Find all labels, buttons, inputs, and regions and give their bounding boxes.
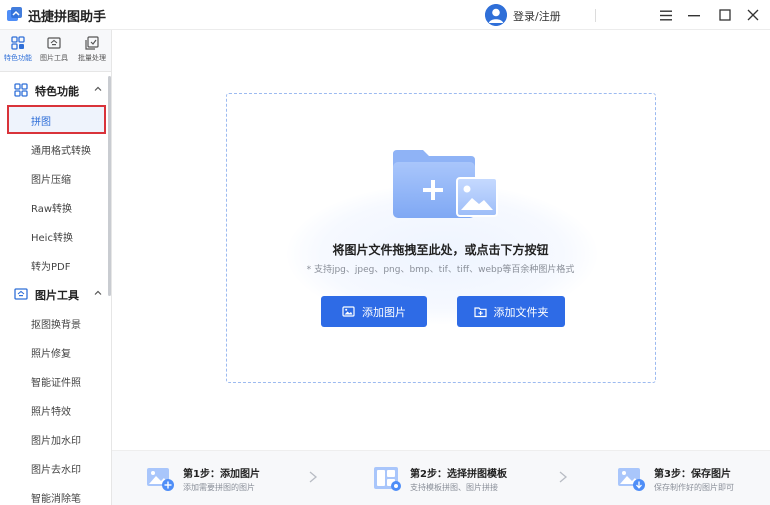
close-icon <box>747 9 759 21</box>
sidebar-item-compress[interactable]: 图片压缩 <box>7 163 106 192</box>
minimize-button[interactable] <box>684 5 704 25</box>
sidebar-item-label: 图片压缩 <box>31 175 71 186</box>
add-folder-button[interactable]: 添加文件夹 <box>457 296 565 327</box>
app-logo-icon <box>7 7 22 21</box>
tab-label: 图片工具 <box>40 54 68 62</box>
chevron-right-icon <box>309 471 318 483</box>
sidebar-item-raw-convert[interactable]: Raw转换 <box>7 192 106 221</box>
sidebar-scrollbar[interactable] <box>108 76 111 296</box>
add-folder-label: 添加文件夹 <box>493 305 549 319</box>
folder-add-icon <box>473 307 487 318</box>
tab-image-tool[interactable]: 图片工具 <box>36 36 72 63</box>
sidebar: 特色功能 拼图 通用格式转换 图片压缩 Raw转换 Heic转换 转为PDF 图… <box>0 72 112 505</box>
step-title: 第3步：保存图片 <box>654 469 731 480</box>
folder-add-image-icon <box>393 150 498 218</box>
sidebar-item-remove-watermark[interactable]: 图片去水印 <box>7 453 106 482</box>
sidebar-item-label: 通用格式转换 <box>31 146 91 157</box>
sidebar-item-add-watermark[interactable]: 图片加水印 <box>7 424 106 453</box>
sidebar-item-label: 智能证件照 <box>31 378 81 389</box>
sidebar-item-format-convert[interactable]: 通用格式转换 <box>7 134 106 163</box>
tab-batch[interactable]: 批量处理 <box>74 36 110 63</box>
template-step-icon <box>374 467 401 491</box>
maximize-icon <box>719 9 731 21</box>
step-title: 第1步：添加图片 <box>183 469 260 480</box>
image-icon <box>342 306 355 317</box>
sidebar-item-id-photo[interactable]: 智能证件照 <box>7 366 106 395</box>
sidebar-item-smart-eraser[interactable]: 智能消除笔 <box>7 482 106 505</box>
sidebar-item-to-pdf[interactable]: 转为PDF <box>7 250 106 279</box>
drop-zone[interactable]: 将图片文件拖拽至此处，或点击下方按钮 * 支持jpg、jpeg、png、bmp、… <box>226 93 656 383</box>
sidebar-group-feature[interactable]: 特色功能 <box>0 76 108 104</box>
sidebar-item-label: 转为PDF <box>31 262 71 273</box>
avatar[interactable] <box>485 4 507 26</box>
sidebar-item-label: 智能消除笔 <box>31 494 81 505</box>
sidebar-item-label: 拼图 <box>31 117 51 128</box>
add-image-label: 添加图片 <box>362 305 406 319</box>
step-desc: 支持模板拼图、图片拼接 <box>410 483 498 492</box>
sidebar-item-photo-repair[interactable]: 照片修复 <box>7 337 106 366</box>
sidebar-item-label: 照片修复 <box>31 349 71 360</box>
feature-grid-icon <box>11 36 25 50</box>
tab-label: 批量处理 <box>78 54 106 62</box>
steps-bar: 第1步：添加图片 添加需要拼图的图片 第2步：选择拼图模板 支持模板拼图、图片拼… <box>112 450 770 505</box>
sidebar-item-label: 图片加水印 <box>31 436 81 447</box>
feature-grid-icon <box>14 83 28 97</box>
image-tool-icon <box>47 37 61 49</box>
main-panel: 将图片文件拖拽至此处，或点击下方按钮 * 支持jpg、jpeg、png、bmp、… <box>112 31 770 505</box>
minimize-icon <box>688 15 700 17</box>
batch-process-icon <box>85 36 99 50</box>
tab-feature[interactable]: 特色功能 <box>0 36 36 63</box>
maximize-button[interactable] <box>715 5 735 25</box>
sidebar-item-label: 照片特效 <box>31 407 71 418</box>
sidebar-item-label: 抠图换背景 <box>31 320 81 331</box>
step-desc: 添加需要拼图的图片 <box>183 483 255 492</box>
menu-button[interactable] <box>656 5 676 25</box>
add-image-button[interactable]: 添加图片 <box>321 296 427 327</box>
add-image-step-icon <box>147 468 174 491</box>
title-divider <box>595 9 596 22</box>
image-tool-icon <box>14 288 28 300</box>
chevron-right-icon <box>559 471 568 483</box>
step-desc: 保存制作好的图片即可 <box>654 483 734 492</box>
sidebar-item-heic-convert[interactable]: Heic转换 <box>7 221 106 250</box>
drop-zone-hint: * 支持jpg、jpeg、png、bmp、tif、tiff、webp等百余种图片… <box>306 265 575 275</box>
menu-icon <box>660 10 672 20</box>
sidebar-item-label: Heic转换 <box>31 233 73 244</box>
group-label: 图片工具 <box>35 289 79 302</box>
login-register-link[interactable]: 登录/注册 <box>513 8 561 24</box>
user-avatar-icon <box>485 4 507 26</box>
tab-label: 特色功能 <box>4 54 32 62</box>
save-image-step-icon <box>618 468 645 491</box>
sidebar-item-cutout[interactable]: 抠图换背景 <box>7 308 106 337</box>
sidebar-item-label: Raw转换 <box>31 204 73 215</box>
sidebar-item-label: 图片去水印 <box>31 465 81 476</box>
group-label: 特色功能 <box>35 85 79 98</box>
sidebar-group-image-tool[interactable]: 图片工具 <box>0 280 108 308</box>
app-title: 迅捷拼图助手 <box>28 10 107 25</box>
close-button[interactable] <box>743 5 763 25</box>
title-bar: 迅捷拼图助手 登录/注册 <box>0 0 770 30</box>
sidebar-item-photo-effect[interactable]: 照片特效 <box>7 395 106 424</box>
sidebar-item-collage[interactable]: 拼图 <box>7 105 106 134</box>
tool-tabs: 特色功能 图片工具 批量处理 <box>0 30 112 72</box>
drop-zone-title: 将图片文件拖拽至此处，或点击下方按钮 <box>332 243 549 257</box>
chevron-up-icon <box>94 290 102 295</box>
step-title: 第2步：选择拼图模板 <box>410 469 507 480</box>
chevron-up-icon <box>94 86 102 91</box>
